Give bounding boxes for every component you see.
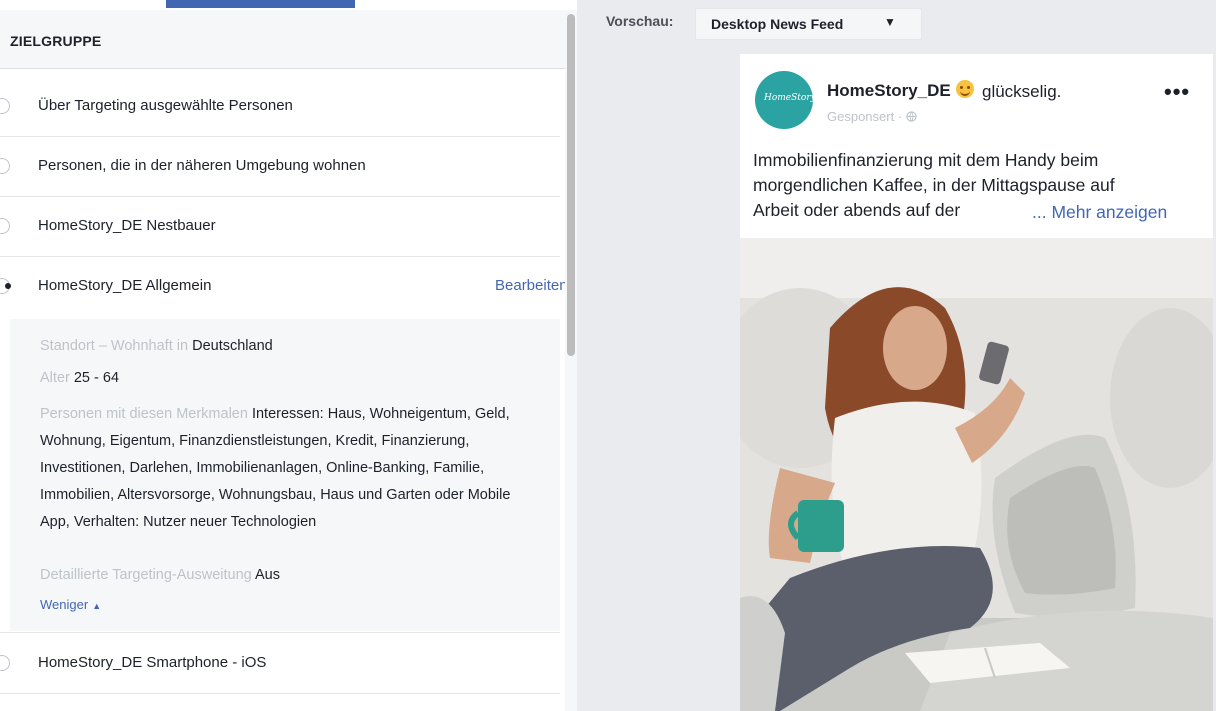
audience-option-smartphone-ios[interactable]: HomeStory_DE Smartphone - iOS: [0, 632, 560, 694]
audience-details: Standort – Wohnhaft in Deutschland Alter…: [10, 319, 560, 631]
radio-button[interactable]: [0, 218, 10, 234]
location-value: Deutschland: [192, 338, 273, 354]
placement-selected: Desktop News Feed: [711, 16, 844, 32]
globe-icon: [906, 111, 917, 122]
audience-option-nearby[interactable]: Personen, die in der näheren Umgebung wo…: [0, 136, 560, 197]
audience-option-label: HomeStory_DE Nestbauer: [38, 217, 216, 234]
sponsored-label: Gesponsert ·: [827, 109, 917, 124]
audience-panel: ZIELGRUPPE Über Targeting ausgewählte Pe…: [0, 0, 577, 711]
post-image[interactable]: [740, 238, 1213, 711]
post-text-line: Immobilienfinanzierung mit dem Handy bei…: [753, 150, 1099, 170]
caret-down-icon: ▼: [884, 15, 896, 29]
show-less-link[interactable]: Weniger ▲: [40, 597, 101, 612]
radio-button[interactable]: [0, 655, 10, 671]
traits-line: Personen mit diesen Merkmalen Interessen…: [40, 401, 520, 536]
radio-button[interactable]: [0, 158, 10, 174]
caret-up-icon: ▲: [92, 601, 102, 611]
location-label: Standort – Wohnhaft in: [40, 338, 189, 354]
traits-value: Interessen: Haus, Wohneigentum, Geld, Wo…: [40, 406, 511, 530]
radio-button-selected[interactable]: [0, 278, 11, 294]
age-value: 25 - 64: [73, 370, 120, 386]
expansion-line: Detaillierte Targeting-Ausweitung Aus: [40, 562, 280, 589]
smiley-emoji-icon: [956, 80, 974, 98]
audience-option-label: HomeStory_DE Smartphone - iOS: [38, 654, 267, 671]
section-header: ZIELGRUPPE: [0, 10, 565, 69]
audience-option-allgemein[interactable]: HomeStory_DE Allgemein Bearbeiten: [0, 256, 568, 316]
preview-label: Vorschau:: [606, 13, 674, 29]
feeling-text: glückselig.: [982, 82, 1062, 101]
audience-option-label: Über Targeting ausgewählte Personen: [38, 97, 293, 114]
age-line: Alter 25 - 64: [40, 365, 119, 392]
scrollbar-thumb[interactable]: [567, 14, 575, 356]
scrollbar[interactable]: [565, 10, 577, 711]
audience-option-targeting[interactable]: Über Targeting ausgewählte Personen: [0, 76, 560, 137]
woman-with-phone-illustration: [740, 238, 1213, 711]
location-line: Standort – Wohnhaft in Deutschland: [40, 333, 273, 360]
page-avatar[interactable]: HomeStory: [755, 71, 816, 129]
page-name[interactable]: HomeStory_DE: [827, 81, 951, 101]
expansion-value: Aus: [254, 567, 280, 583]
see-more-link[interactable]: ... Mehr anzeigen: [1032, 202, 1167, 223]
audience-option-label: HomeStory_DE Allgemein: [38, 277, 212, 294]
expansion-label: Detaillierte Targeting-Ausweitung: [40, 567, 252, 583]
placement-dropdown[interactable]: Desktop News Feed ▼: [695, 8, 922, 40]
sponsored-text: Gesponsert ·: [827, 109, 906, 124]
traits-label: Personen mit diesen Merkmalen: [40, 406, 248, 422]
active-tab-indicator: [166, 0, 355, 8]
edit-audience-link[interactable]: Bearbeiten: [495, 277, 568, 294]
show-less-label: Weniger: [40, 597, 89, 612]
age-label: Alter: [40, 370, 70, 386]
audience-option-nestbauer[interactable]: HomeStory_DE Nestbauer: [0, 196, 560, 257]
avatar-logo-text: HomeStory: [764, 93, 816, 103]
radio-button[interactable]: [0, 98, 10, 114]
post-text-line: morgendlichen Kaffee, in der Mittagspaus…: [753, 175, 1115, 195]
ad-preview-post: HomeStory HomeStory_DE glückselig. Gespo…: [740, 54, 1213, 711]
section-title: ZIELGRUPPE: [10, 33, 102, 49]
audience-option-label: Personen, die in der näheren Umgebung wo…: [38, 157, 366, 174]
more-options-icon[interactable]: •••: [1164, 79, 1190, 105]
